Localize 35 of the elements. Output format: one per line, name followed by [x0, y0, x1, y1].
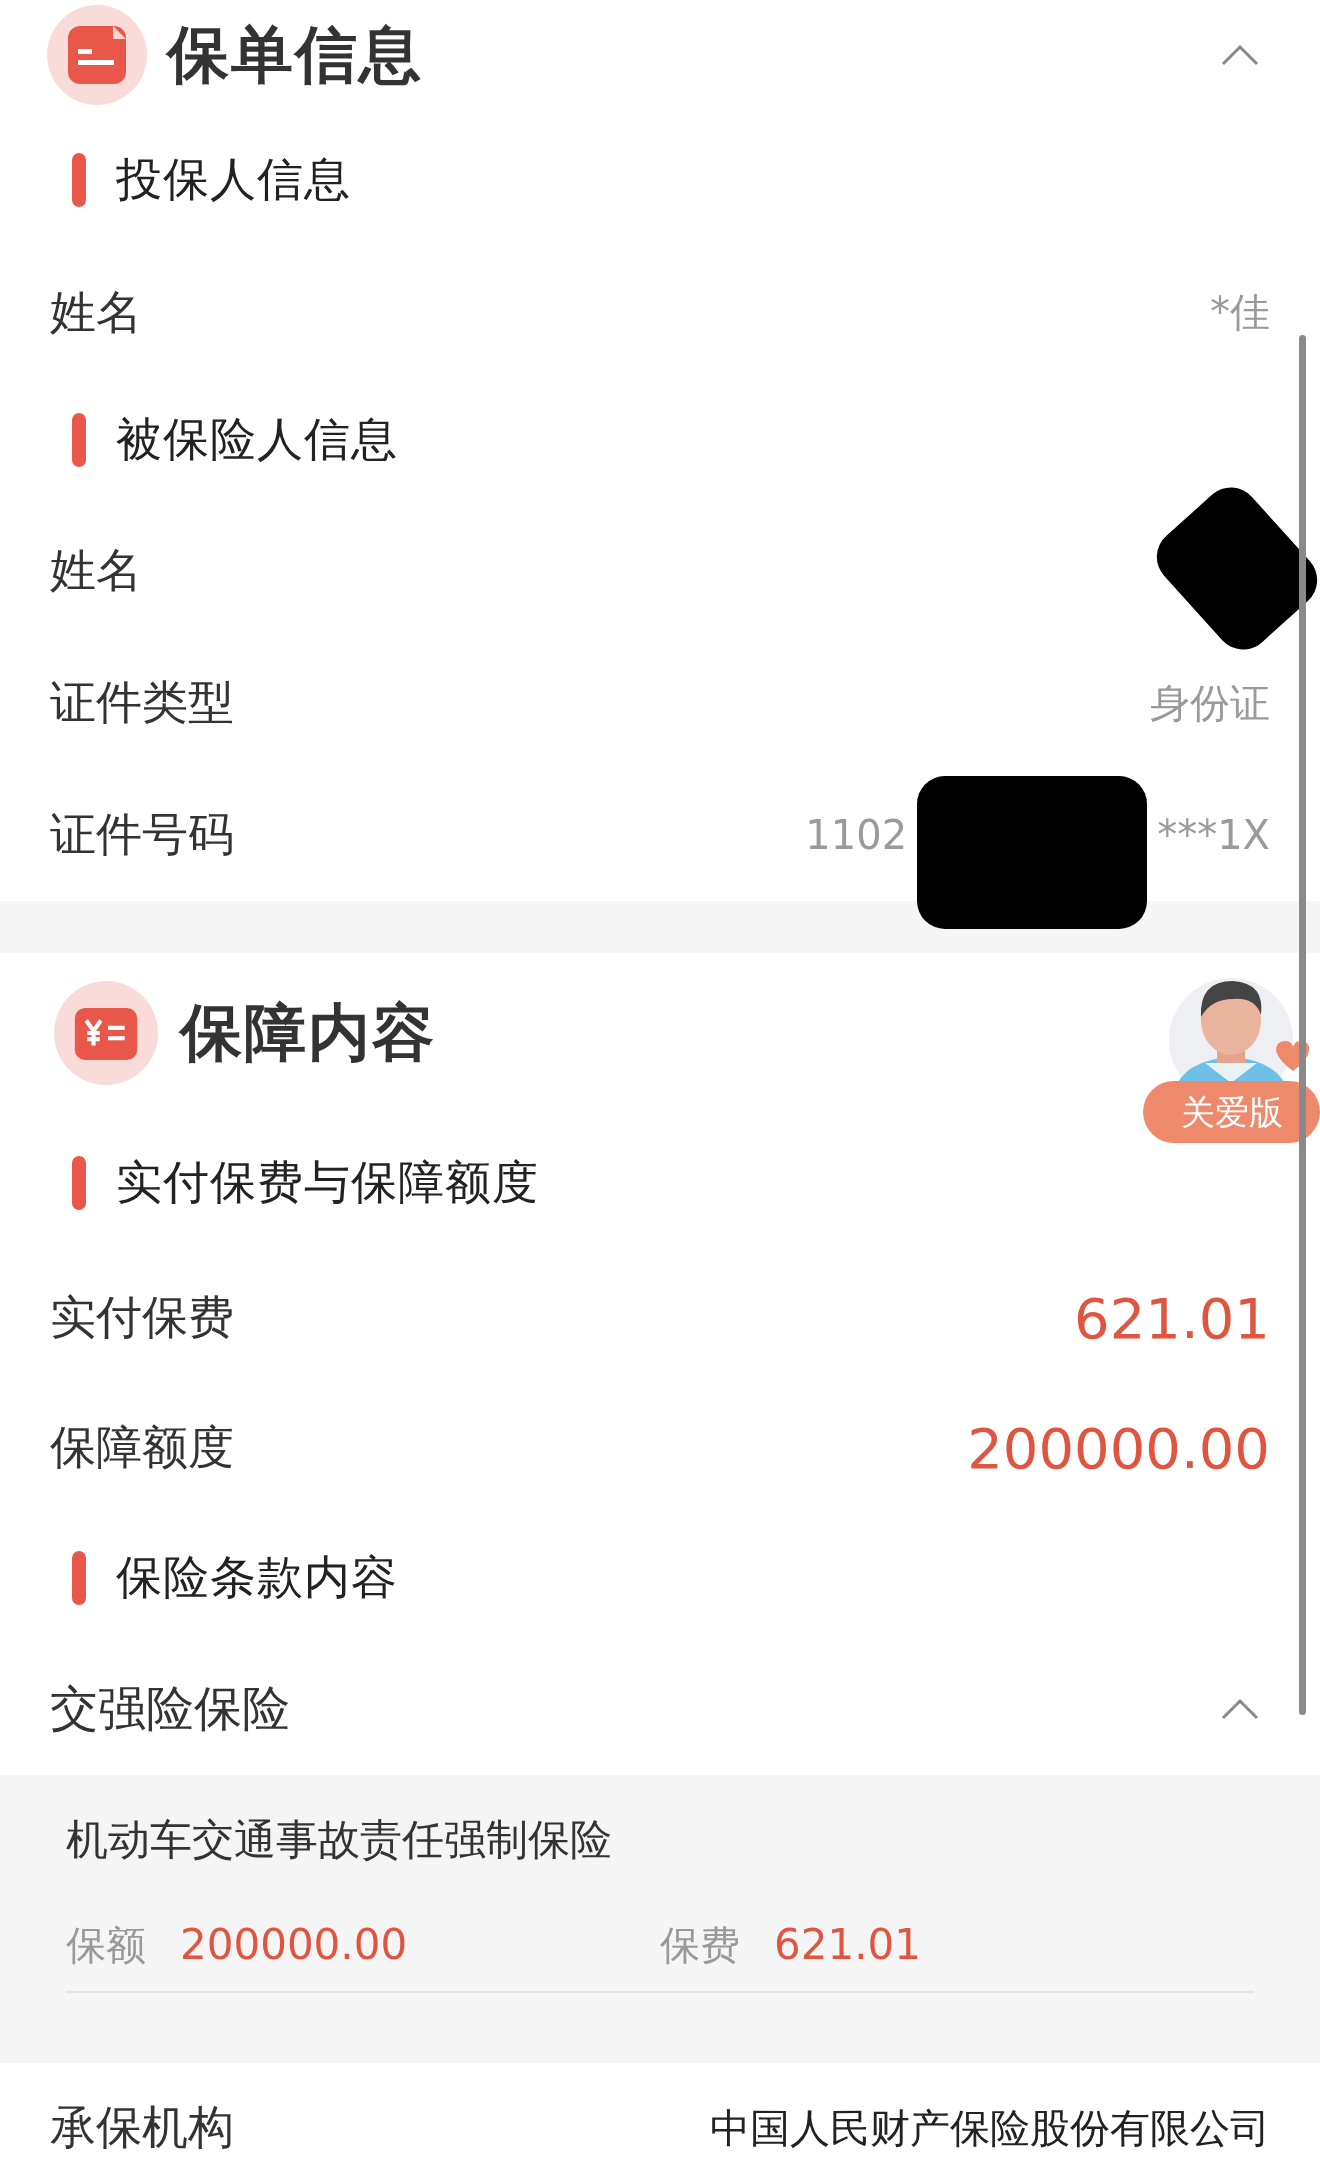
- subsection-title: 被保险人信息: [116, 411, 398, 468]
- amount-value: 200000.00: [180, 1920, 408, 1969]
- field-label: 证件号码: [50, 806, 234, 863]
- accent-bar: [72, 153, 86, 207]
- field-label: 承保机构: [50, 2099, 234, 2156]
- chevron-up-icon[interactable]: [1220, 43, 1260, 67]
- field-label: 姓名: [50, 283, 142, 341]
- field-label: 实付保费: [50, 1289, 234, 1346]
- field-label: 证件类型: [50, 674, 234, 731]
- chevron-up-icon[interactable]: [1220, 1697, 1260, 1721]
- section-title: 保单信息: [167, 17, 424, 93]
- amount-label: 保费: [660, 1921, 740, 1970]
- field-value: 中国人民财产保险股份有限公司: [710, 2103, 1270, 2153]
- accent-bar: [72, 413, 86, 467]
- ticket-icon: [54, 981, 158, 1085]
- accent-bar: [72, 1156, 86, 1210]
- field-value: 1102: [805, 812, 908, 858]
- amount-label: 保额: [66, 1921, 146, 1970]
- coverage-group-title[interactable]: 交强险保险: [50, 1677, 290, 1741]
- field-value: 身份证: [1150, 678, 1270, 728]
- field-value: 621.01: [1074, 1285, 1270, 1351]
- accent-bar: [72, 1551, 86, 1605]
- field-value: ***1X: [1157, 812, 1270, 858]
- field-value: *佳: [1210, 288, 1270, 337]
- subsection-title: 投保人信息: [116, 151, 351, 208]
- clause-name: 机动车交通事故责任强制保险: [66, 1814, 613, 1866]
- section-title: 保障内容: [180, 995, 437, 1071]
- subsection-title: 实付保费与保障额度: [116, 1154, 539, 1211]
- amount-value: 621.01: [774, 1920, 921, 1969]
- document-icon: [47, 5, 147, 105]
- subsection-title: 保险条款内容: [116, 1549, 398, 1606]
- field-label: 姓名: [50, 542, 142, 599]
- field-label: 保障额度: [50, 1419, 234, 1476]
- field-value: 200000.00: [967, 1415, 1270, 1481]
- scrollbar[interactable]: [1299, 335, 1306, 1715]
